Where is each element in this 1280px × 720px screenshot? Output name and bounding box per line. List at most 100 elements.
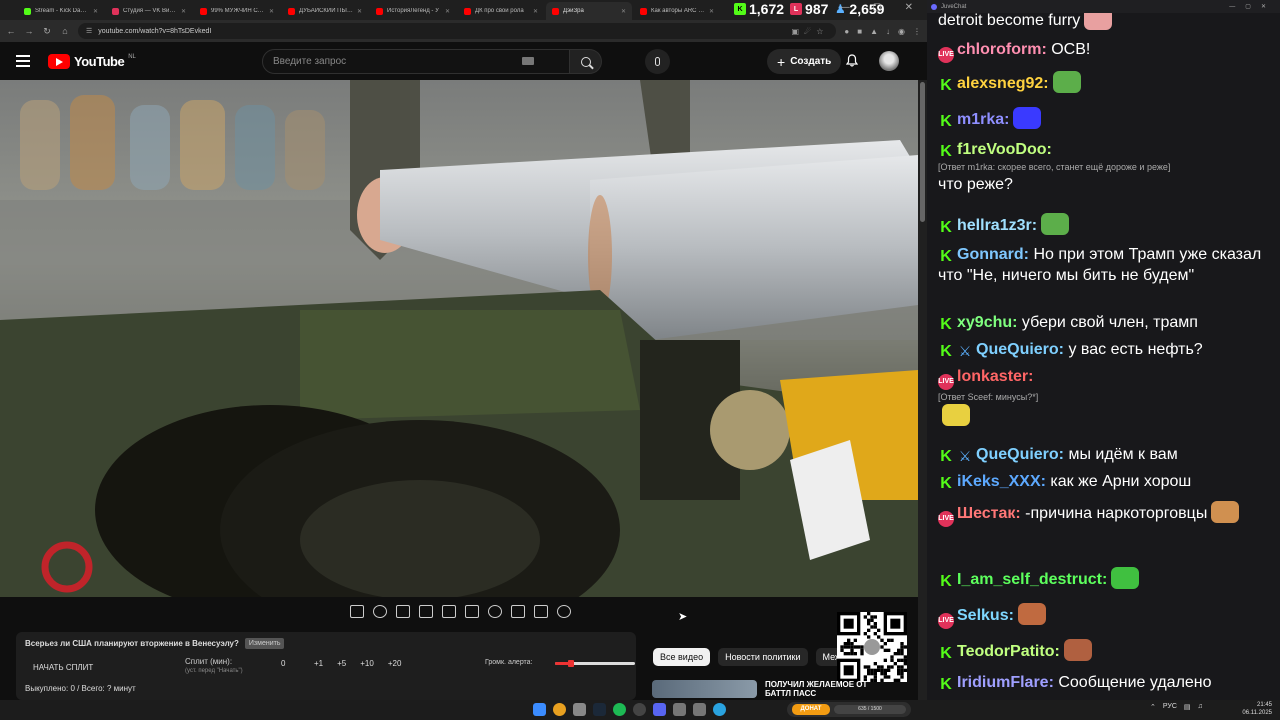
url-actions[interactable]: ▣☄☆: [792, 27, 829, 36]
youtube-logo[interactable]: YouTube NL: [48, 53, 136, 69]
discord-icon[interactable]: [653, 703, 666, 716]
browser-tab[interactable]: Stream - Kick Dashb ✕: [18, 2, 104, 20]
search-button[interactable]: [570, 49, 602, 74]
voice-search-button[interactable]: [645, 49, 670, 74]
camera-icon[interactable]: [534, 605, 548, 618]
chat-username[interactable]: Gonnard:: [957, 246, 1029, 263]
tab-close-icon[interactable]: ✕: [357, 8, 362, 15]
extension-icon[interactable]: ■: [857, 27, 862, 36]
keyboard-icon[interactable]: [522, 57, 534, 65]
browser-tab[interactable]: 99% МУЖЧИН СОВ ✕: [194, 2, 280, 20]
gear-icon[interactable]: [557, 605, 571, 618]
tab-close-icon[interactable]: ✕: [621, 8, 626, 15]
filter-chip[interactable]: Все видео: [653, 648, 711, 666]
chat-username[interactable]: iKeks_XXX:: [957, 473, 1046, 490]
clip-icon[interactable]: [419, 605, 433, 618]
edit-button[interactable]: Изменить: [244, 638, 285, 649]
chrome-icon[interactable]: [553, 703, 566, 716]
chat-username[interactable]: Шестак:: [957, 505, 1021, 522]
chevron-up-icon[interactable]: ⌃: [1150, 703, 1156, 711]
filter-chip[interactable]: Новости политики: [718, 648, 808, 666]
app-icon[interactable]: [673, 703, 686, 716]
chat-username[interactable]: QueQuiero:: [976, 446, 1064, 463]
page-scrollbar[interactable]: [918, 80, 927, 700]
recommended-video[interactable]: ПОЛУЧИЛ ЖЕЛАЕМОЕ ОТ БАТТЛ ПАСС: [652, 680, 902, 698]
audio-icon[interactable]: [373, 605, 387, 618]
create-button[interactable]: + Создать: [767, 49, 842, 74]
tab-close-icon[interactable]: ✕: [709, 8, 714, 15]
browser-tab[interactable]: ДК про свой рола ✕: [458, 2, 544, 20]
chat-username[interactable]: QueQuiero:: [976, 341, 1064, 358]
video-player[interactable]: [0, 80, 918, 597]
picture-in-picture-icon[interactable]: [442, 605, 456, 618]
cinema-icon[interactable]: [465, 605, 479, 618]
back-icon[interactable]: ←: [6, 26, 16, 36]
home-icon[interactable]: ⌂: [60, 26, 70, 36]
increment-button[interactable]: +10: [360, 659, 374, 668]
clock[interactable]: 21:45 06.11.2025: [1242, 701, 1272, 717]
kick-viewers: K 1,672: [734, 1, 784, 17]
recommended-title[interactable]: ПОЛУЧИЛ ЖЕЛАЕМОЕ ОТ БАТТЛ ПАСС: [765, 680, 867, 698]
split-value[interactable]: 0: [281, 659, 285, 668]
scrollbar-thumb[interactable]: [920, 82, 925, 222]
speed-icon[interactable]: [488, 605, 502, 618]
language-indicator[interactable]: РУС: [1163, 703, 1177, 711]
chat-username[interactable]: I_am_self_destruct:: [957, 571, 1107, 588]
chat-username[interactable]: TeodorPatito:: [957, 643, 1060, 660]
increment-button[interactable]: +20: [388, 659, 402, 668]
alert-volume-slider[interactable]: [555, 660, 635, 667]
window-controls[interactable]: — ▢ ✕: [840, 2, 923, 13]
site-info-icon[interactable]: ☰: [86, 27, 92, 35]
chat-username[interactable]: m1rka:: [957, 111, 1009, 128]
hamburger-menu-icon[interactable]: [16, 55, 30, 67]
donation-widget[interactable]: ДОНАТ 635 / 1500: [787, 702, 911, 717]
filter-icon[interactable]: [511, 605, 525, 618]
slider-knob[interactable]: [568, 660, 574, 667]
download-icon[interactable]: ↓: [886, 27, 890, 36]
profile-icon[interactable]: ◉: [898, 27, 905, 36]
extension-icon[interactable]: ●: [844, 27, 849, 36]
chat-username[interactable]: lonkaster:: [957, 368, 1033, 385]
start-icon[interactable]: [533, 703, 546, 716]
browser-tab[interactable]: ИсторияЛегенд - У ✕: [370, 2, 456, 20]
account-avatar[interactable]: [879, 51, 899, 71]
start-split-button[interactable]: НАЧАТЬ СПЛИТ: [33, 663, 93, 672]
screenshot-icon[interactable]: [396, 605, 410, 618]
browser-tab[interactable]: Студия — VK Видео ✕: [106, 2, 192, 20]
chat-username[interactable]: IridiumFlare:: [957, 674, 1054, 691]
chat-username[interactable]: xy9chu:: [957, 314, 1017, 331]
browser-tab[interactable]: ДУБАЙСКИЙ ПЫТИ ✕: [282, 2, 368, 20]
increment-button[interactable]: +5: [337, 659, 346, 668]
telegram-icon[interactable]: [713, 703, 726, 716]
recommended-thumbnail[interactable]: [652, 680, 757, 698]
obs-icon[interactable]: [633, 703, 646, 716]
tab-close-icon[interactable]: ✕: [269, 8, 274, 15]
chat-username[interactable]: alexsneg92:: [957, 75, 1049, 92]
tab-close-icon[interactable]: ✕: [445, 8, 450, 15]
steam-icon[interactable]: [593, 703, 606, 716]
app-icon[interactable]: [573, 703, 586, 716]
url-field[interactable]: ☰ youtube.com/watch?v=8hTsDEvkedI ▣☄☆: [78, 23, 837, 39]
window-controls[interactable]: —▢✕: [1229, 3, 1276, 10]
chat-username[interactable]: f1reVooDoo:: [957, 141, 1052, 158]
spotify-icon[interactable]: [613, 703, 626, 716]
chat-username[interactable]: chloroform:: [957, 41, 1047, 58]
tab-close-icon[interactable]: ✕: [93, 8, 98, 15]
app-icon[interactable]: [693, 703, 706, 716]
browser-tab[interactable]: Как авторы ARC Ra ✕: [634, 2, 720, 20]
network-icon[interactable]: ▤: [1184, 703, 1191, 711]
notifications-bell-icon[interactable]: [846, 54, 858, 67]
tab-close-icon[interactable]: ✕: [181, 8, 186, 15]
chat-username[interactable]: Selkus:: [957, 607, 1014, 624]
extensions[interactable]: ● ■ ▲ ↓ ◉ ⋮: [844, 27, 921, 36]
tab-close-icon[interactable]: ✕: [533, 8, 538, 15]
forward-icon[interactable]: →: [24, 26, 34, 36]
loop-icon[interactable]: [350, 605, 364, 618]
increment-button[interactable]: +1: [314, 659, 323, 668]
volume-icon[interactable]: ♫: [1198, 703, 1203, 711]
reload-icon[interactable]: ↻: [42, 26, 52, 37]
chat-username[interactable]: hellra1z3r:: [957, 217, 1037, 234]
menu-icon[interactable]: ⋮: [913, 27, 921, 36]
browser-tab[interactable]: ДэйЗра ✕: [546, 2, 632, 20]
extension-icon[interactable]: ▲: [870, 27, 878, 36]
